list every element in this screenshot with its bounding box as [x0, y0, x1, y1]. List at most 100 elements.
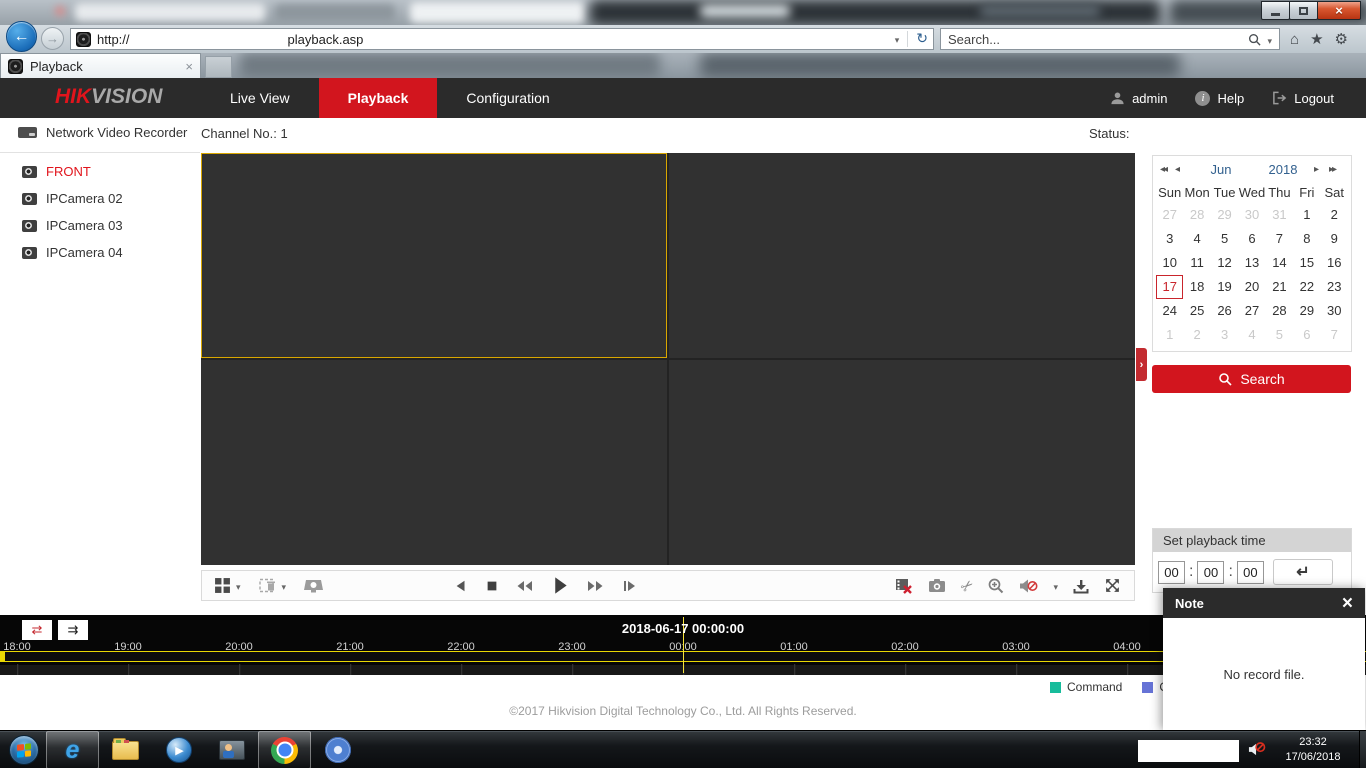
calendar-day[interactable]: 26 [1211, 299, 1238, 323]
camera-list-item[interactable]: FRONT [0, 158, 200, 185]
clear-selection-dropdown-icon[interactable] [282, 577, 287, 595]
calendar-day[interactable]: 3 [1211, 323, 1238, 347]
calendar-year[interactable]: 2018 [1252, 162, 1314, 177]
calendar-next-month-icon[interactable] [1314, 164, 1329, 175]
calendar-day[interactable]: 20 [1238, 275, 1265, 299]
maximize-button[interactable] [1289, 1, 1318, 20]
nav-tab[interactable]: Live View [201, 78, 319, 118]
calendar-day[interactable]: 5 [1266, 323, 1293, 347]
calendar-day[interactable]: 4 [1238, 323, 1265, 347]
calendar-day[interactable]: 8 [1293, 227, 1320, 251]
browser-search-input[interactable]: Search... [940, 28, 1280, 50]
clear-selection-button[interactable] [259, 577, 277, 594]
calendar-day[interactable]: 28 [1183, 203, 1210, 227]
mute-button[interactable] [1019, 578, 1038, 594]
calendar-day[interactable]: 1 [1156, 323, 1183, 347]
volume-dropdown-icon[interactable] [1053, 577, 1058, 595]
calendar-day[interactable]: 30 [1321, 299, 1348, 323]
calendar-day[interactable]: 7 [1321, 323, 1348, 347]
calendar-day[interactable]: 6 [1293, 323, 1320, 347]
user-menu[interactable]: admin [1110, 91, 1167, 106]
calendar-day[interactable]: 18 [1183, 275, 1210, 299]
calendar-day[interactable]: 27 [1238, 299, 1265, 323]
taskbar-item-internet-explorer[interactable]: e [46, 731, 99, 768]
download-button[interactable] [1073, 578, 1089, 594]
slow-rewind-button[interactable] [516, 579, 534, 593]
volume-muted-icon[interactable] [1248, 741, 1266, 763]
tab-close-icon[interactable] [185, 59, 193, 74]
window-division-dropdown-icon[interactable] [236, 577, 241, 595]
logout-button[interactable]: Logout [1272, 91, 1334, 106]
show-desktop-button[interactable] [1359, 731, 1366, 768]
set-time-enter-button[interactable] [1273, 559, 1333, 585]
reverse-play-button[interactable] [454, 579, 468, 593]
search-icon[interactable] [1248, 33, 1261, 46]
single-frame-button[interactable] [621, 579, 637, 593]
calendar-day[interactable]: 2 [1183, 323, 1210, 347]
hours-input[interactable]: 00 [1158, 561, 1185, 584]
calendar-day[interactable]: 23 [1321, 275, 1348, 299]
camera-list-item[interactable]: IPCamera 02 [0, 185, 200, 212]
calendar-day[interactable]: 2 [1321, 203, 1348, 227]
refresh-icon[interactable] [916, 30, 928, 48]
calendar-day[interactable]: 22 [1293, 275, 1320, 299]
panel-collapse-handle[interactable] [1136, 348, 1147, 381]
calendar-day[interactable]: 27 [1156, 203, 1183, 227]
calendar-day[interactable]: 25 [1183, 299, 1210, 323]
taskbar-item-explorer[interactable] [99, 731, 152, 768]
calendar-day[interactable]: 29 [1293, 299, 1320, 323]
capture-button[interactable] [928, 578, 946, 593]
calendar-day[interactable]: 3 [1156, 227, 1183, 251]
clip-button[interactable] [961, 577, 974, 595]
video-pane-2[interactable] [669, 153, 1135, 358]
calendar-day[interactable]: 13 [1238, 251, 1265, 275]
calendar-day[interactable]: 7 [1266, 227, 1293, 251]
camera-list-item[interactable]: IPCamera 04 [0, 239, 200, 266]
calendar-day[interactable]: 10 [1156, 251, 1183, 275]
calendar-day[interactable]: 28 [1266, 299, 1293, 323]
taskbar-item-chrome[interactable] [258, 731, 311, 768]
stop-button[interactable] [485, 579, 499, 593]
seconds-input[interactable]: 00 [1237, 561, 1264, 584]
favorites-icon[interactable] [1310, 30, 1323, 48]
calendar-day[interactable]: 15 [1293, 251, 1320, 275]
digital-zoom-button[interactable] [988, 578, 1004, 594]
close-button[interactable]: × [1317, 1, 1361, 20]
home-icon[interactable] [1290, 31, 1299, 48]
search-dropdown-icon[interactable] [1267, 32, 1272, 47]
window-division-button[interactable] [214, 577, 231, 594]
calendar-day[interactable]: 6 [1238, 227, 1265, 251]
taskbar-clock[interactable]: 23:32 17/06/2018 [1272, 735, 1354, 765]
camera-list-item[interactable]: IPCamera 03 [0, 212, 200, 239]
nav-tab[interactable]: Playback [319, 78, 438, 118]
video-pane-4[interactable] [669, 360, 1135, 565]
calendar-day[interactable]: 9 [1321, 227, 1348, 251]
search-button[interactable]: Search [1152, 365, 1351, 393]
fisheye-button[interactable] [304, 578, 323, 594]
minimize-button[interactable] [1261, 1, 1290, 20]
browser-back-button[interactable] [6, 21, 37, 52]
play-button[interactable] [551, 576, 569, 595]
calendar-day[interactable]: 11 [1183, 251, 1210, 275]
timeline-zoom-out-button[interactable] [22, 620, 52, 640]
calendar-day[interactable]: 1 [1293, 203, 1320, 227]
note-close-icon[interactable] [1342, 594, 1353, 613]
browser-forward-button[interactable] [41, 27, 64, 50]
taskbar-item-media-player[interactable] [152, 731, 205, 768]
calendar-day[interactable]: 19 [1211, 275, 1238, 299]
calendar-day[interactable]: 21 [1266, 275, 1293, 299]
minutes-input[interactable]: 00 [1197, 561, 1224, 584]
calendar-prev-year-icon[interactable] [1160, 164, 1175, 175]
stop-all-recording-button[interactable] [895, 577, 913, 594]
video-pane-3[interactable] [201, 360, 667, 565]
calendar-day[interactable]: 12 [1211, 251, 1238, 275]
calendar-day[interactable]: 14 [1266, 251, 1293, 275]
taskbar-item-remote-app[interactable] [205, 731, 258, 768]
help-button[interactable]: Help [1195, 91, 1244, 106]
address-dropdown-icon[interactable] [895, 30, 900, 48]
calendar-day[interactable]: 24 [1156, 299, 1183, 323]
calendar-day[interactable]: 16 [1321, 251, 1348, 275]
new-tab-button[interactable] [205, 56, 232, 78]
calendar-day[interactable]: 30 [1238, 203, 1265, 227]
calendar-day[interactable]: 17 [1156, 275, 1183, 299]
